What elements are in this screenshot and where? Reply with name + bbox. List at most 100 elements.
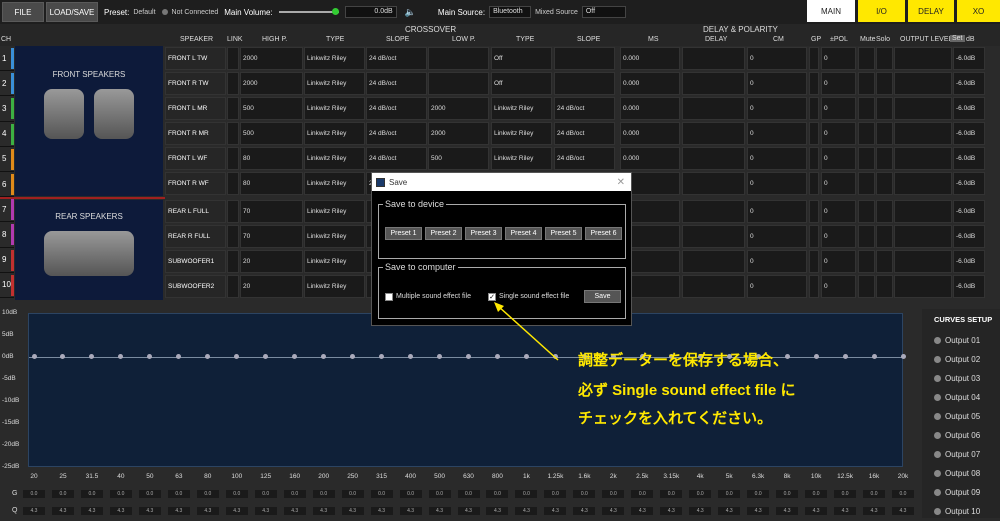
output-radio[interactable]: Output 01 [922, 331, 1000, 350]
q-value-field[interactable]: 4.3 [515, 507, 538, 515]
link-toggle[interactable] [227, 72, 239, 95]
g-value-field[interactable]: 0.0 [805, 490, 828, 498]
output-db-field[interactable]: -6.0dB [953, 200, 985, 223]
q-value-field[interactable]: 4.3 [80, 507, 103, 515]
output-db-field[interactable]: -6.0dB [953, 275, 985, 298]
pol-field[interactable]: 0 [821, 250, 856, 273]
gp-toggle[interactable] [809, 122, 819, 145]
eq-point[interactable] [813, 354, 819, 359]
eq-point[interactable] [842, 354, 848, 359]
preset-4-button[interactable]: Preset 4 [505, 227, 542, 240]
solo-button[interactable] [876, 97, 893, 120]
q-value-field[interactable]: 4.3 [718, 507, 741, 515]
q-value-field[interactable]: 4.3 [51, 507, 74, 515]
g-value-field[interactable]: 0.0 [341, 490, 364, 498]
g-value-field[interactable]: 0.0 [399, 490, 422, 498]
output-db-field[interactable]: -6.0dB [953, 97, 985, 120]
high-pass-field[interactable]: 500 [240, 97, 303, 120]
ms-field[interactable]: 0.000 [620, 97, 680, 120]
type-select[interactable]: Linkwitz Riley [304, 250, 365, 273]
g-value-field[interactable]: 0.0 [573, 490, 596, 498]
q-value-field[interactable]: 4.3 [602, 507, 625, 515]
output-radio[interactable]: Output 08 [922, 464, 1000, 483]
q-value-field[interactable]: 4.3 [138, 507, 161, 515]
high-pass-field[interactable]: 70 [240, 200, 303, 223]
g-value-field[interactable]: 0.0 [602, 490, 625, 498]
multiple-file-checkbox[interactable] [385, 293, 393, 301]
type2-select[interactable]: Linkwitz Riley [491, 147, 552, 170]
q-value-field[interactable]: 4.3 [370, 507, 393, 515]
pol-field[interactable]: 0 [821, 122, 856, 145]
slope-select[interactable]: 24 dB/oct [366, 97, 427, 120]
file-button[interactable]: FILE [2, 2, 44, 22]
set-button[interactable]: Set [950, 35, 965, 42]
output-slider[interactable] [894, 225, 952, 248]
mute-button[interactable] [858, 47, 875, 70]
q-value-field[interactable]: 4.3 [254, 507, 277, 515]
g-value-field[interactable]: 0.0 [370, 490, 393, 498]
mixed-source-select[interactable]: Off [581, 6, 626, 18]
type2-select[interactable]: Off [491, 47, 552, 70]
q-value-field[interactable]: 4.3 [544, 507, 567, 515]
g-value-field[interactable]: 0.0 [254, 490, 277, 498]
g-value-field[interactable]: 0.0 [80, 490, 103, 498]
type-select[interactable]: Linkwitz Riley [304, 47, 365, 70]
high-pass-field[interactable]: 500 [240, 122, 303, 145]
volume-slider[interactable] [278, 8, 339, 15]
eq-point[interactable] [31, 354, 37, 359]
solo-button[interactable] [876, 47, 893, 70]
gp-toggle[interactable] [809, 97, 819, 120]
slope2-select[interactable]: 24 dB/oct [554, 147, 615, 170]
link-toggle[interactable] [227, 172, 239, 195]
gp-toggle[interactable] [809, 225, 819, 248]
low-pass-field[interactable]: 2000 [428, 122, 489, 145]
g-value-field[interactable]: 0.0 [689, 490, 712, 498]
type-select[interactable]: Linkwitz Riley [304, 72, 365, 95]
delay-slider[interactable] [682, 172, 745, 195]
link-toggle[interactable] [227, 147, 239, 170]
save-button[interactable]: Save [584, 290, 621, 303]
link-toggle[interactable] [227, 47, 239, 70]
high-pass-field[interactable]: 2000 [240, 72, 303, 95]
slope2-select[interactable] [554, 72, 615, 95]
cm-field[interactable]: 0 [747, 200, 807, 223]
slope-select[interactable]: 24 dB/oct [366, 122, 427, 145]
high-pass-field[interactable]: 70 [240, 225, 303, 248]
low-pass-field[interactable] [428, 72, 489, 95]
preset-6-button[interactable]: Preset 6 [585, 227, 622, 240]
q-value-field[interactable]: 4.3 [805, 507, 828, 515]
q-value-field[interactable]: 4.3 [834, 507, 857, 515]
output-slider[interactable] [894, 122, 952, 145]
cm-field[interactable]: 0 [747, 172, 807, 195]
q-value-field[interactable]: 4.3 [23, 507, 45, 515]
g-value-field[interactable]: 0.0 [23, 490, 45, 498]
q-value-field[interactable]: 4.3 [428, 507, 451, 515]
slope-select[interactable]: 24 dB/oct [366, 72, 427, 95]
gp-toggle[interactable] [809, 72, 819, 95]
pol-field[interactable]: 0 [821, 97, 856, 120]
link-toggle[interactable] [227, 275, 239, 298]
delay-slider[interactable] [682, 47, 745, 70]
solo-button[interactable] [876, 250, 893, 273]
slope2-select[interactable] [554, 47, 615, 70]
link-toggle[interactable] [227, 122, 239, 145]
high-pass-field[interactable]: 20 [240, 250, 303, 273]
cm-field[interactable]: 0 [747, 225, 807, 248]
delay-slider[interactable] [682, 200, 745, 223]
ms-field[interactable]: 0.000 [620, 72, 680, 95]
g-value-field[interactable]: 0.0 [863, 490, 886, 498]
preset-3-button[interactable]: Preset 3 [465, 227, 502, 240]
low-pass-field[interactable] [428, 47, 489, 70]
mute-button[interactable] [858, 200, 875, 223]
q-value-field[interactable]: 4.3 [457, 507, 480, 515]
high-pass-field[interactable]: 20 [240, 275, 303, 298]
pol-field[interactable]: 0 [821, 172, 856, 195]
delay-slider[interactable] [682, 147, 745, 170]
close-icon[interactable]: ✕ [617, 177, 625, 188]
output-radio[interactable]: Output 03 [922, 369, 1000, 388]
delay-slider[interactable] [682, 275, 745, 298]
eq-point[interactable] [437, 354, 443, 359]
solo-button[interactable] [876, 200, 893, 223]
low-pass-field[interactable]: 2000 [428, 97, 489, 120]
solo-button[interactable] [876, 122, 893, 145]
